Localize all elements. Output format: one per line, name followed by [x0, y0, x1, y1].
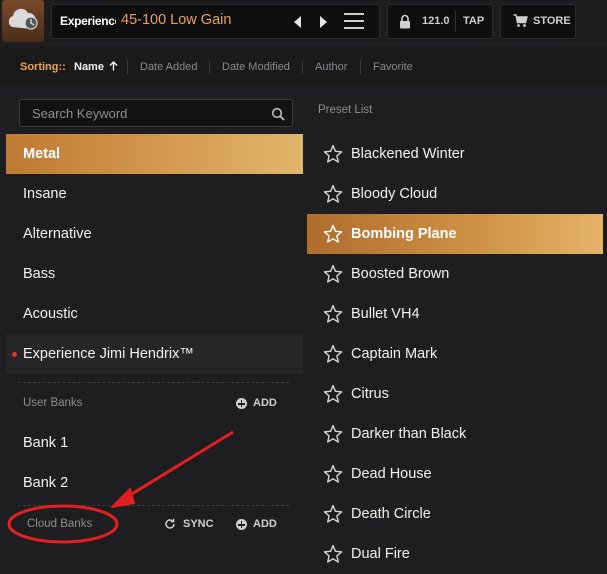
sort-name-label: Name [74, 61, 104, 73]
category-label: Alternative [23, 226, 92, 242]
bank-label: Bank 1 [23, 435, 69, 451]
category-label: Metal [23, 146, 61, 162]
current-preset-name: 45-100 Low Gain [121, 12, 232, 28]
sort-separator [302, 60, 303, 74]
preset-row[interactable]: Bullet VH4 [307, 294, 603, 334]
plus-circle-icon [236, 398, 247, 409]
sort-by-name[interactable]: Name [74, 61, 118, 73]
search-icon[interactable] [271, 107, 285, 121]
section-divider [18, 505, 289, 506]
category-label: Bass [23, 266, 56, 282]
search-placeholder: Search Keyword [32, 106, 128, 121]
sort-separator [127, 60, 128, 74]
sort-by-favorite[interactable]: Favorite [373, 61, 413, 73]
star-icon[interactable] [323, 504, 343, 524]
lock-icon[interactable] [399, 14, 411, 29]
sort-by-author[interactable]: Author [315, 61, 347, 73]
previous-preset-icon[interactable] [292, 15, 304, 29]
sort-separator [360, 60, 361, 74]
add-cloud-bank-button[interactable]: ADD [253, 518, 277, 530]
preset-row[interactable]: Dead House [307, 454, 603, 494]
category-alternative[interactable]: Alternative [6, 214, 303, 254]
star-icon[interactable] [323, 544, 343, 564]
category-acoustic[interactable]: Acoustic [6, 294, 303, 334]
current-bank-label: Experience Jimi Hendrix™ [60, 14, 116, 28]
preset-name: Blackened Winter [351, 146, 465, 162]
category-label: Insane [23, 186, 67, 202]
sorting-label: Sorting:: [20, 61, 66, 73]
plus-circle-icon [236, 519, 247, 530]
sort-by-date-added[interactable]: Date Added [140, 61, 198, 73]
category-label: Experience Jimi Hendrix™ [23, 346, 194, 362]
store-button[interactable]: STORE [500, 4, 576, 39]
preset-row[interactable]: Bloody Cloud [307, 174, 603, 214]
store-label: STORE [533, 15, 571, 27]
preset-name: Darker than Black [351, 426, 467, 442]
sync-icon [165, 518, 175, 529]
preset-name: Captain Mark [351, 346, 438, 362]
add-user-bank-button[interactable]: ADD [253, 397, 277, 409]
category-insane[interactable]: Insane [6, 174, 303, 214]
active-bank-indicator [12, 352, 17, 357]
preset-row[interactable]: Boosted Brown [307, 254, 603, 294]
star-icon[interactable] [323, 264, 343, 284]
preset-selector[interactable]: Experience Jimi Hendrix™ 45-100 Low Gain [51, 4, 380, 39]
preset-name: Bloody Cloud [351, 186, 438, 202]
star-icon[interactable] [323, 344, 343, 364]
arrow-up-icon [109, 61, 118, 71]
cloud-icon [8, 8, 38, 30]
tap-separator [455, 11, 456, 32]
cart-icon [513, 14, 528, 27]
section-divider [18, 382, 289, 383]
preset-name: Dual Fire [351, 546, 410, 562]
preset-row[interactable]: Death Circle [307, 494, 603, 534]
preset-name: Dead House [351, 466, 432, 482]
preset-row[interactable]: Captain Mark [307, 334, 603, 374]
category-experience-jimi-hendrix[interactable]: Experience Jimi Hendrix™ [6, 334, 303, 374]
preset-name: Bombing Plane [351, 226, 457, 242]
star-icon[interactable] [323, 424, 343, 444]
user-bank-2[interactable]: Bank 2 [6, 463, 303, 503]
sort-separator [209, 60, 210, 74]
star-icon[interactable] [323, 144, 343, 164]
preset-row-selected[interactable]: Bombing Plane [307, 214, 603, 254]
hamburger-menu-icon[interactable] [344, 13, 364, 30]
star-icon[interactable] [323, 464, 343, 484]
preset-row[interactable]: Dual Fire [307, 534, 603, 574]
tempo-tap-panel: 121.0 TAP [387, 4, 493, 39]
preset-name: Citrus [351, 386, 389, 402]
preset-name: Bullet VH4 [351, 306, 420, 322]
sorting-bar: Sorting:: Name Date Added Date Modified … [0, 47, 607, 87]
top-bar: Experience Jimi Hendrix™ 45-100 Low Gain… [0, 0, 607, 42]
preset-row[interactable]: Darker than Black [307, 414, 603, 454]
category-metal[interactable]: Metal [6, 134, 303, 174]
tap-button[interactable]: TAP [463, 15, 484, 27]
cloud-logo-button[interactable] [2, 0, 44, 42]
star-icon[interactable] [323, 384, 343, 404]
category-label: Acoustic [23, 306, 78, 322]
tempo-value[interactable]: 121.0 [422, 15, 450, 27]
star-icon[interactable] [323, 224, 343, 244]
preset-name: Boosted Brown [351, 266, 450, 282]
preset-row[interactable]: Blackened Winter [307, 134, 603, 174]
bank-panel: Search Keyword Metal Insane Alternative … [6, 92, 303, 562]
cloud-banks-heading: Cloud Banks [27, 518, 93, 530]
preset-row[interactable]: Citrus [307, 374, 603, 414]
star-icon[interactable] [323, 184, 343, 204]
user-banks-heading: User Banks [23, 397, 83, 409]
preset-list-heading: Preset List [318, 104, 373, 116]
next-preset-icon[interactable] [317, 15, 329, 29]
category-bass[interactable]: Bass [6, 254, 303, 294]
search-input[interactable]: Search Keyword [19, 99, 293, 127]
preset-list-panel: Preset List Blackened Winter Bloody Clou… [307, 92, 607, 563]
sort-by-date-modified[interactable]: Date Modified [222, 61, 290, 73]
star-icon[interactable] [323, 304, 343, 324]
user-bank-1[interactable]: Bank 1 [6, 423, 303, 463]
bank-label: Bank 2 [23, 475, 69, 491]
sync-button[interactable]: SYNC [183, 518, 214, 530]
preset-name: Death Circle [351, 506, 431, 522]
